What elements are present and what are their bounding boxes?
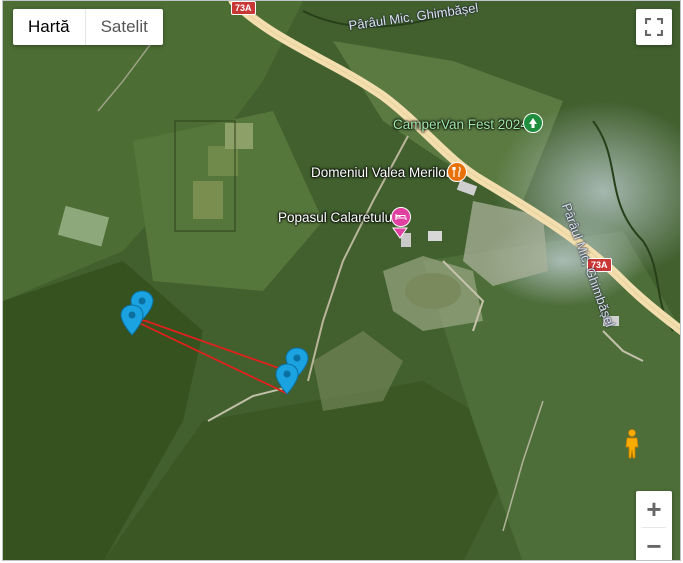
poi-valea-merilor-label[interactable]: Domeniul Valea Merilor: [311, 165, 450, 180]
satellite-imagery: [3, 1, 680, 560]
map-type-satellite-button[interactable]: Satelit: [84, 9, 163, 45]
map-type-map-button[interactable]: Hartă: [13, 9, 85, 45]
zoom-out-button[interactable]: −: [636, 528, 672, 561]
map-type-control: Hartă Satelit: [13, 9, 163, 45]
poi-popasul-label[interactable]: Popasul Calaretului: [278, 210, 395, 225]
satellite-map[interactable]: 73A 73A Pârâul Mic, Ghimbășel Pârâul Mic…: [2, 0, 681, 561]
hotel-bed-icon[interactable]: [391, 207, 411, 227]
location-marker-pin-icon[interactable]: [275, 344, 315, 396]
location-marker-pin-icon[interactable]: [120, 287, 160, 337]
street-view-pegman-icon[interactable]: [624, 429, 640, 464]
poi-campervan-label[interactable]: CamperVan Fest 2024: [393, 117, 528, 132]
tree-icon[interactable]: [523, 113, 543, 133]
fullscreen-button[interactable]: [636, 9, 672, 45]
fullscreen-icon: [645, 18, 663, 36]
zoom-control: + −: [636, 491, 672, 561]
road-shield: 73A: [231, 1, 256, 15]
poi-pointer-icon: [392, 227, 408, 239]
zoom-in-button[interactable]: +: [636, 491, 672, 527]
restaurant-icon[interactable]: [447, 162, 467, 182]
